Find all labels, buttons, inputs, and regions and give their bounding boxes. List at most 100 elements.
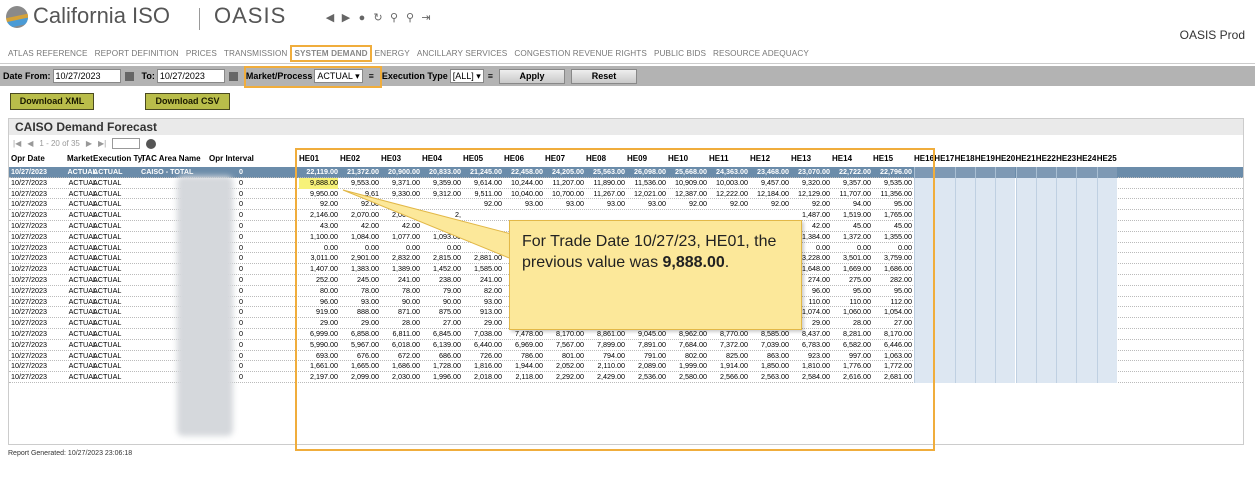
column-header[interactable]: HE20 [995,154,1015,163]
filter-bar: Date From: 10/27/2023 To: 10/27/2023 Mar… [0,66,1255,86]
table-cell: 0 [239,339,243,349]
table-cell: 10/27/2023 [11,275,47,284]
nav-item[interactable]: SYSTEM DEMAND [290,45,372,62]
nav-item[interactable]: REPORT DEFINITION [95,49,179,58]
table-cell: ACTUAL [93,264,122,274]
apply-button[interactable]: Apply [499,68,566,84]
table-cell: ACTUAL [93,275,122,284]
table-cell: 0 [239,167,243,176]
page-input[interactable] [112,138,141,149]
annotation-callout: For Trade Date 10/27/23, HE01, the previ… [509,220,802,330]
nav-item[interactable]: ENERGY [375,49,410,58]
table-cell: 0 [239,350,243,360]
next-page-icon[interactable]: ▶ [86,139,92,148]
refresh-clock-icon[interactable] [146,138,157,149]
refresh-icon[interactable]: ↻ [372,12,384,24]
zoom-in-icon[interactable]: ⚲ [388,12,400,24]
column-header[interactable]: HE25 [1097,154,1117,163]
table-cell: ACTUAL [93,350,122,360]
table-cell: ACTUAL [93,318,122,328]
download-xml-button[interactable]: Download XML [10,93,94,110]
nav-item[interactable]: ANCILLARY SERVICES [417,49,508,58]
redacted-tac-area [177,176,233,436]
column-header[interactable]: HE22 [1036,154,1056,163]
table-cell: 10/27/2023 [11,199,47,209]
column-header[interactable]: HE18 [955,154,975,163]
first-page-icon[interactable]: |◀ [13,139,21,148]
nav-item[interactable]: ATLAS REFERENCE [8,49,88,58]
table-cell: ACTUAL [93,285,122,295]
table-cell: 10/27/2023 [11,318,47,328]
nav-item[interactable]: PRICES [186,49,217,58]
table-cell: 0 [239,210,243,220]
table-cell: ACTUAL [93,329,122,338]
nav-item[interactable]: PUBLIC BIDS [654,49,706,58]
date-from-input[interactable]: 10/27/2023 [52,69,121,83]
table-cell: 10/27/2023 [11,221,47,230]
table-cell: 10/27/2023 [11,231,47,241]
table-cell: 0 [239,242,243,252]
stop-icon[interactable]: ● [356,12,368,24]
calendar-icon[interactable] [228,71,238,81]
column-header[interactable]: HE17 [934,154,954,163]
nav-item[interactable]: CONGESTION REVENUE RIGHTS [514,49,647,58]
column-header[interactable]: HE21 [1016,154,1036,163]
reset-button[interactable]: Reset [571,68,638,84]
table-cell: 0 [239,285,243,295]
forward-arrow-icon[interactable]: ▶ [340,12,352,24]
table-cell: ACTUAL [93,242,122,252]
logout-icon[interactable]: ⇥ [420,12,432,24]
execution-type-select[interactable]: [ALL] ▾ [449,69,484,83]
column-header[interactable]: Opr Interval [209,154,259,163]
table-cell: 10/27/2023 [11,253,47,263]
column-header[interactable]: TAC Area Name [141,154,203,163]
table-cell: 10/27/2023 [11,285,47,295]
pager-range: 1 - 20 of 35 [39,139,80,148]
list-icon[interactable]: ≡ [488,71,493,81]
table-cell: ACTUAL [93,296,122,306]
execution-type-label: Execution Type [381,71,448,81]
table-cell: ACTUAL [93,199,122,209]
table-cell: 10/27/2023 [11,264,47,274]
table-cell: 10/27/2023 [11,177,47,187]
table-cell: ACTUAL [93,177,122,187]
table-cell: 10/27/2023 [11,188,47,198]
toolbar: ◀ ▶ ● ↻ ⚲ ⚲ ⇥ [324,10,432,26]
nav-item[interactable]: RESOURCE ADEQUACY [713,49,809,58]
table-cell: 0 [239,307,243,317]
table-cell: 0 [239,188,243,198]
column-header[interactable]: Opr Date [11,154,61,163]
column-header[interactable]: Execution Type [93,154,143,163]
prev-page-icon[interactable]: ◀ [27,139,33,148]
nav-item[interactable]: TRANSMISSION [224,49,288,58]
column-header[interactable]: HE23 [1056,154,1076,163]
table-cell: ACTUAL [93,253,122,263]
date-to-input[interactable]: 10/27/2023 [156,69,225,83]
table-cell: 10/27/2023 [11,361,47,371]
zoom-out-icon[interactable]: ⚲ [404,12,416,24]
table-cell: ACTUAL [93,361,122,371]
brand-divider [199,8,200,30]
calendar-icon[interactable] [124,71,134,81]
table-cell: 0 [239,253,243,263]
caiso-logo-icon [6,6,28,28]
table-cell: 10/27/2023 [11,242,47,252]
callout-text-end: . [724,254,730,271]
callout-text: For Trade Date 10/27/23, HE01, the previ… [522,233,777,271]
last-page-icon[interactable]: ▶| [98,139,106,148]
table-cell: ACTUAL [93,188,122,198]
table-cell: 0 [239,199,243,209]
table-cell: ACTUAL [93,221,122,230]
download-csv-button[interactable]: Download CSV [145,93,230,110]
table-cell: 10/27/2023 [11,167,47,176]
table-cell: 10/27/2023 [11,372,47,382]
back-arrow-icon[interactable]: ◀ [324,12,336,24]
column-header[interactable]: HE19 [975,154,995,163]
table-cell: ACTUAL [93,231,122,241]
column-header[interactable]: HE24 [1076,154,1096,163]
app-name: OASIS [214,3,287,28]
callout-value: 9,888.00 [662,254,725,271]
table-cell: 0 [239,361,243,371]
table-cell: 10/27/2023 [11,296,47,306]
table-cell: 10/27/2023 [11,339,47,349]
